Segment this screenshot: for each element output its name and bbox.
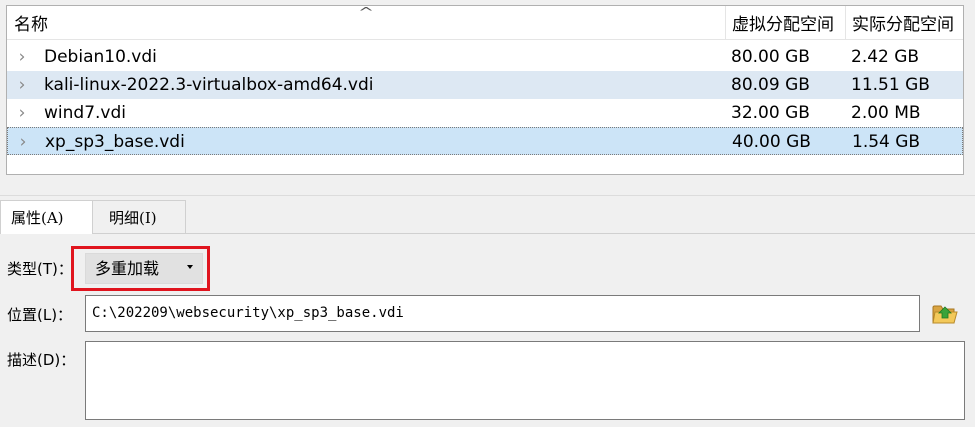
virtual-size: 80.00 GB [731,47,810,67]
virtual-size: 80.09 GB [731,75,810,95]
actual-size: 2.42 GB [851,47,920,67]
type-label: 类型(T)： [7,260,73,278]
tab-properties-label: 属性(A) [11,209,64,227]
column-header-virtual-size[interactable]: 虚拟分配空间 [725,6,845,39]
tab-details-label: 明细(I) [109,209,157,227]
disk-name: wind7.vdi [44,103,126,123]
type-select-value: 多重加载 [95,259,160,278]
disk-list[interactable]: 名称 ^ 虚拟分配空间 实际分配空间 › Debian10.vdi 80.00 … [6,5,964,175]
column-header-actual-size-label: 实际分配空间 [852,15,954,35]
location-field[interactable]: C:\202209\websecurity\xp_sp3_base.vdi [85,295,920,332]
disk-name: Debian10.vdi [44,47,157,67]
location-label: 位置(L)： [7,306,73,324]
splitter[interactable] [0,195,975,196]
disk-name: kali-linux-2022.3-virtualbox-amd64.vdi [44,75,374,95]
sort-up-icon: ^ [357,5,375,19]
chevron-right-icon[interactable]: › [15,99,29,127]
chevron-right-icon[interactable]: › [15,71,29,99]
type-select[interactable]: 多重加载 [85,253,203,284]
table-row[interactable]: › Debian10.vdi 80.00 GB 2.42 GB [7,43,963,71]
column-header-name-label: 名称 [14,15,48,35]
tab-properties[interactable]: 属性(A) [0,200,93,234]
actual-size: 1.54 GB [852,132,921,152]
folder-open-icon[interactable] [930,298,960,328]
virtual-size: 40.00 GB [732,132,811,152]
column-header-virtual-size-label: 虚拟分配空间 [732,15,834,35]
table-row-selected[interactable]: › xp_sp3_base.vdi 40.00 GB 1.54 GB [7,127,963,155]
description-label: 描述(D)： [7,351,76,369]
disk-name: xp_sp3_base.vdi [45,132,185,152]
list-header: 名称 ^ 虚拟分配空间 实际分配空间 [7,5,964,40]
description-field[interactable] [85,341,965,420]
table-row[interactable]: › wind7.vdi 32.00 GB 2.00 MB [7,99,963,127]
actual-size: 11.51 GB [851,75,930,95]
tab-divider [0,233,975,234]
chevron-right-icon[interactable]: › [16,128,30,156]
location-value: C:\202209\websecurity\xp_sp3_base.vdi [92,305,404,321]
chevron-right-icon[interactable]: › [15,43,29,71]
virtual-size: 32.00 GB [731,103,810,123]
table-row[interactable]: › kali-linux-2022.3-virtualbox-amd64.vdi… [7,71,963,99]
actual-size: 2.00 MB [851,103,921,123]
dropdown-arrow-icon [187,265,193,269]
tab-details[interactable]: 明细(I) [93,200,186,234]
column-header-actual-size[interactable]: 实际分配空间 [845,6,964,39]
